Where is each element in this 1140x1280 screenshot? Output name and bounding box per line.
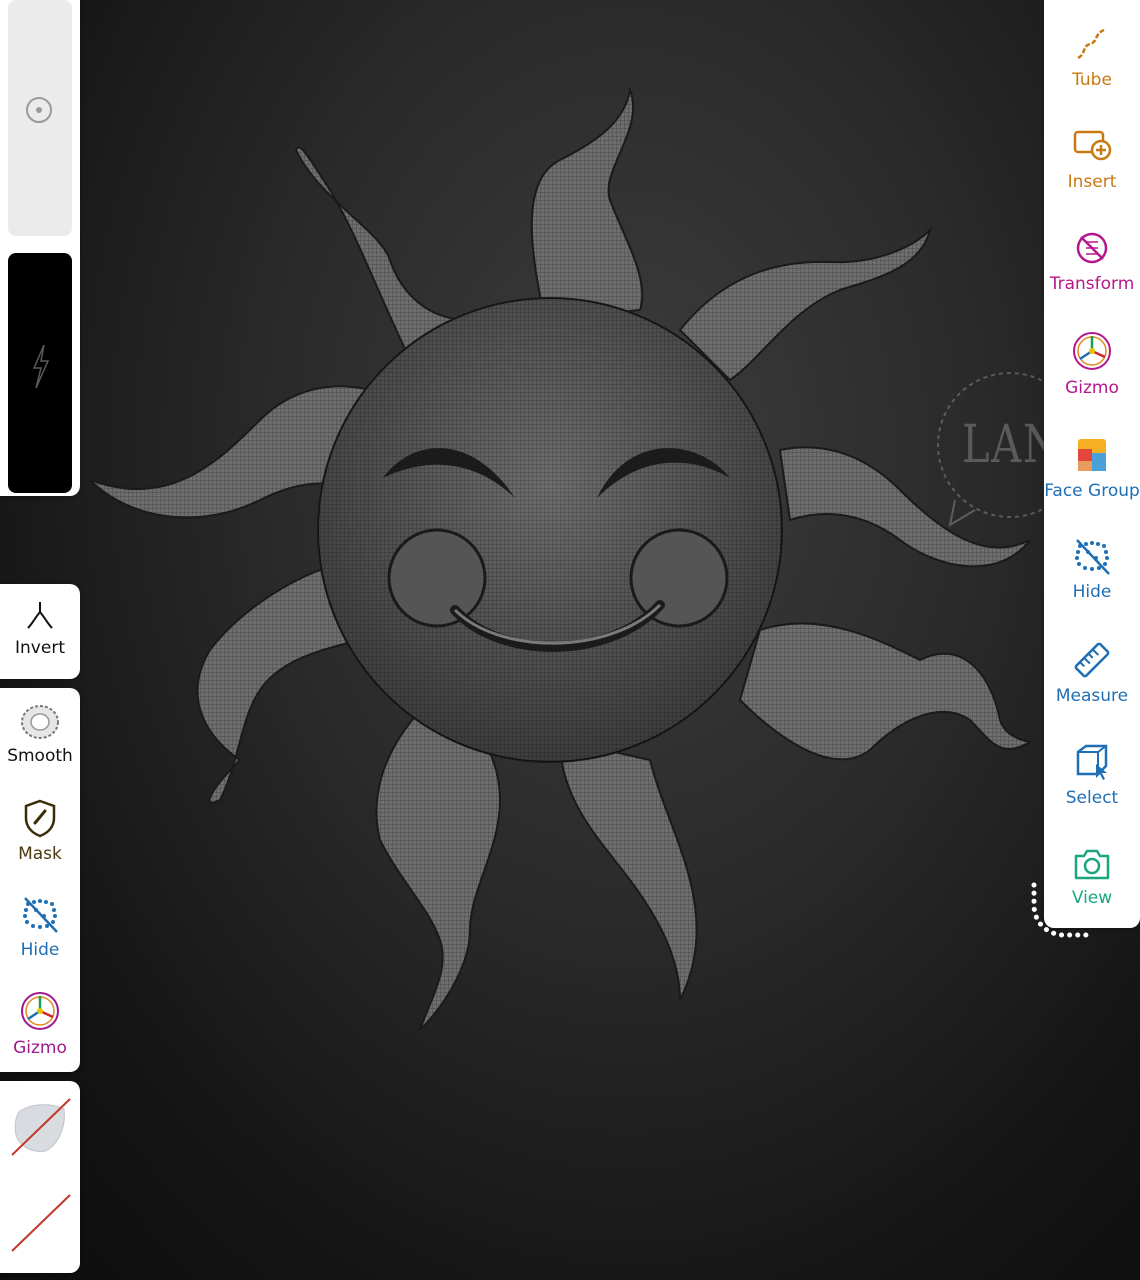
matcap-button[interactable] [0,1095,80,1159]
hide-icon [23,897,58,933]
sculpt-model [89,86,1083,1031]
ray-lower-right [738,622,1033,761]
gizmo-icon [1073,332,1111,370]
target-icon [26,97,52,123]
matcap-icon [11,1098,71,1156]
ray-top [530,86,644,322]
smooth-button[interactable]: Smooth [0,702,80,766]
transform-button[interactable]: Transform [1044,228,1140,294]
left-tool-panel: Smooth Mask Hide Gizmo [0,688,80,1072]
invert-button[interactable]: Invert [0,598,80,658]
invert-panel: Invert [0,584,80,679]
insert-button[interactable]: Insert [1044,126,1140,192]
transform-icon [1076,232,1108,264]
3d-viewport[interactable]: LANE [0,0,1140,1280]
gizmo-icon [21,992,59,1030]
ray-top-right [678,226,932,382]
texture-button[interactable] [0,1191,80,1255]
tube-button[interactable]: Tube [1044,24,1140,90]
hide-button-right[interactable]: Hide [1044,536,1140,602]
hide-icon [1075,539,1110,575]
gizmo-button[interactable]: Gizmo [0,990,80,1058]
radius-slider[interactable] [8,0,72,236]
panel-resize-handle[interactable] [1025,875,1095,945]
no-texture-icon [11,1194,71,1252]
intensity-slider[interactable] [8,253,72,493]
gizmo-button-right[interactable]: Gizmo [1044,330,1140,398]
lightning-icon [32,344,50,389]
face-group-button[interactable]: Face Group [1044,435,1140,501]
mask-button[interactable]: Mask [0,798,80,864]
smooth-icon [21,705,59,739]
select-icon [1076,744,1108,780]
ray-bottom-right [558,738,698,1001]
tube-icon [1077,28,1105,60]
material-panel [0,1081,80,1273]
slider-panel [0,0,80,496]
measure-icon [1074,642,1110,678]
right-tool-panel: Tube Insert Transform Gizmo Face Group H… [1044,0,1140,928]
insert-icon [1073,130,1112,161]
invert-icon [27,602,53,629]
measure-button[interactable]: Measure [1044,640,1140,706]
face-group-icon [1078,439,1106,471]
mask-icon [24,799,56,838]
hide-button[interactable]: Hide [0,894,80,960]
select-button[interactable]: Select [1044,742,1140,808]
